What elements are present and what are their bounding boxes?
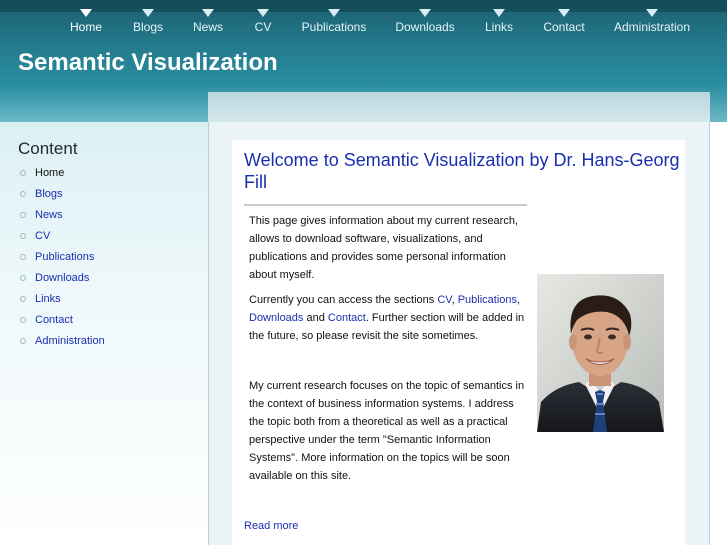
nav-item-label: Administration xyxy=(613,20,691,34)
nav-item-label: Home xyxy=(69,20,102,34)
nav-item-label: Contact xyxy=(543,20,585,34)
circle-bullet-icon xyxy=(20,212,26,218)
portrait-illustration xyxy=(537,274,664,432)
sidebar-link-publications[interactable]: Publications xyxy=(35,251,94,263)
article-title: Welcome to Semantic Visualization by Dr.… xyxy=(244,150,680,192)
nav-item-news[interactable]: News xyxy=(190,0,226,40)
sidebar-item-downloads: Downloads xyxy=(18,269,105,290)
nav-item-downloads[interactable]: Downloads xyxy=(393,0,457,40)
circle-bullet-icon xyxy=(20,275,26,281)
sidebar-item-blogs: Blogs xyxy=(18,185,105,206)
nav-marker-icon xyxy=(328,9,340,17)
nav-item-label: Publications xyxy=(301,20,367,34)
paragraph-text: Currently you can access the sections xyxy=(249,294,438,306)
inline-link-downloads[interactable]: Downloads xyxy=(249,312,303,324)
nav-marker-icon xyxy=(80,9,92,17)
sidebar-link-blogs[interactable]: Blogs xyxy=(35,188,63,200)
nav-marker-icon xyxy=(202,9,214,17)
sidebar-item-news: News xyxy=(18,206,105,227)
nav-marker-icon xyxy=(257,9,269,17)
sidebar-item-administration: Administration xyxy=(18,332,105,353)
nav-marker-icon xyxy=(419,9,431,17)
sidebar-link-links[interactable]: Links xyxy=(35,293,61,305)
circle-bullet-icon xyxy=(20,317,26,323)
nav-marker-icon xyxy=(558,9,570,17)
nav-item-label: Blogs xyxy=(132,20,164,34)
nav-item-label: News xyxy=(192,20,223,34)
inline-link-cv[interactable]: CV xyxy=(437,294,451,306)
sidebar-link-news[interactable]: News xyxy=(35,209,63,221)
paragraph-text: and xyxy=(303,312,328,324)
sidebar-item-publications: Publications xyxy=(18,248,105,269)
inline-link-contact[interactable]: Contact xyxy=(328,312,366,324)
nav-marker-icon xyxy=(493,9,505,17)
circle-bullet-icon xyxy=(20,296,26,302)
sidebar-title: Content xyxy=(18,139,78,158)
circle-bullet-icon xyxy=(20,191,26,197)
nav-item-administration[interactable]: Administration xyxy=(613,0,691,40)
nav-item-cv[interactable]: CV xyxy=(250,0,276,40)
sidebar-item-contact: Contact xyxy=(18,311,105,332)
nav-item-contact[interactable]: Contact xyxy=(541,0,587,40)
title-divider xyxy=(244,204,527,206)
sidebar-link-downloads[interactable]: Downloads xyxy=(35,272,89,284)
nav-item-label: CV xyxy=(254,20,272,34)
portrait-photo xyxy=(537,274,664,432)
sidebar-item-links: Links xyxy=(18,290,105,311)
paragraph-text: , xyxy=(517,294,521,306)
nav-item-links[interactable]: Links xyxy=(482,0,516,40)
article-paragraph-research: My current research focuses on the topic… xyxy=(249,380,525,482)
inline-link-publications[interactable]: Publications xyxy=(458,294,517,306)
sidebar-item-home: Home xyxy=(18,164,105,185)
nav-marker-icon xyxy=(142,9,154,17)
sidebar-link-administration[interactable]: Administration xyxy=(35,335,105,347)
sidebar-link-home[interactable]: Home xyxy=(35,167,64,179)
nav-item-blogs[interactable]: Blogs xyxy=(130,0,166,40)
nav-item-label: Links xyxy=(484,20,513,34)
sidebar-link-contact[interactable]: Contact xyxy=(35,314,73,326)
main-content-top-bar xyxy=(208,92,710,122)
sidebar-item-cv: CV xyxy=(18,227,105,248)
circle-bullet-icon xyxy=(20,254,26,260)
nav-item-home[interactable]: Home xyxy=(68,0,104,40)
sidebar-link-cv[interactable]: CV xyxy=(35,230,50,242)
top-navigation: Home Blogs News CV Publications Download… xyxy=(0,0,727,40)
circle-bullet-icon xyxy=(20,338,26,344)
site-title: Semantic Visualization xyxy=(18,49,278,76)
circle-bullet-icon xyxy=(20,233,26,239)
circle-bullet-icon xyxy=(20,170,26,176)
article-paragraph-sections: Currently you can access the sections CV… xyxy=(249,291,531,345)
sidebar-menu: Home Blogs News CV Publications Download… xyxy=(18,164,105,353)
nav-item-publications[interactable]: Publications xyxy=(300,0,368,40)
read-more-link[interactable]: Read more xyxy=(244,520,298,532)
nav-marker-icon xyxy=(646,9,658,17)
article-paragraph-intro: This page gives information about my cur… xyxy=(249,215,519,281)
nav-item-label: Downloads xyxy=(395,20,455,34)
